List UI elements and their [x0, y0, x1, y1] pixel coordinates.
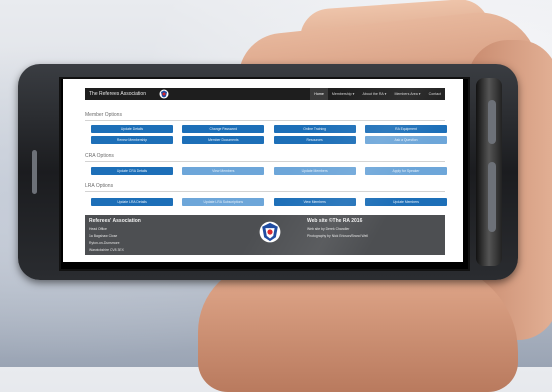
divider [85, 191, 445, 192]
site-navbar: The Referees Association Home Membership… [85, 88, 445, 100]
section-title-member: Member Options [85, 112, 122, 118]
footer-line: Warwickshire CV8 3EX [89, 248, 124, 252]
lra-options-row: Update LRA Details Update LRA Subscripti… [91, 198, 447, 206]
footer-credits: Web site ©The RA 2016 Web site by Derek … [307, 218, 368, 240]
footer-line: Ryton-on-Dunsmore [89, 241, 120, 245]
nav-home[interactable]: Home [310, 88, 328, 100]
member-documents-button[interactable]: Member Documents [182, 136, 265, 144]
member-options-row-1: Update Details Change Password Online Tr… [91, 125, 447, 133]
ask-question-button[interactable]: Ask a Question [364, 136, 447, 144]
phone-side-button [32, 150, 37, 194]
footer-line: Head Office [89, 227, 107, 231]
site-footer: Referees' Association Head Office 1a Bag… [85, 215, 445, 255]
update-cra-details-button[interactable]: Update CRA Details [91, 167, 173, 175]
ra-equipment-button[interactable]: RA Equipment [364, 125, 447, 133]
renew-membership-button[interactable]: Renew Membership [91, 136, 173, 144]
cra-view-members-button[interactable]: View Members [182, 167, 265, 175]
phone-screen: The Referees Association Home Membership… [63, 79, 463, 262]
phone-power-button [488, 162, 496, 232]
nav-about[interactable]: About the RA ▾ [358, 88, 390, 100]
ra-logo-icon[interactable] [159, 89, 169, 99]
site-brand[interactable]: The Referees Association [85, 91, 157, 97]
cra-options-row: Update CRA Details View Members Update M… [91, 167, 447, 175]
nav-membership[interactable]: Membership ▾ [328, 88, 359, 100]
ra-emblem-icon [259, 221, 281, 243]
cra-update-members-button[interactable]: Update Members [273, 167, 356, 175]
nav-members-area[interactable]: Members Area ▾ [390, 88, 424, 100]
footer-credit-line: Web site by Derek Chandler [307, 227, 350, 231]
nav-contact[interactable]: Contact [425, 88, 445, 100]
apply-speaker-button[interactable]: Apply for Speaker [364, 167, 447, 175]
divider [85, 120, 445, 121]
lra-update-members-button[interactable]: Update Members [364, 198, 447, 206]
hand-thumb-bottom [198, 262, 518, 392]
section-title-lra: LRA Options [85, 183, 114, 189]
update-lra-details-button[interactable]: Update LRA Details [91, 198, 173, 206]
footer-credit-line: Photography by Nick Ericson/Brand Well [307, 234, 368, 238]
change-password-button[interactable]: Change Password [182, 125, 265, 133]
section-title-cra: CRA Options [85, 153, 114, 159]
footer-address: Referees' Association Head Office 1a Bag… [89, 218, 141, 254]
phone-volume-button [488, 100, 496, 144]
update-details-button[interactable]: Update Details [91, 125, 173, 133]
online-training-button[interactable]: Online Training [273, 125, 356, 133]
footer-copyright: Web site ©The RA 2016 [307, 218, 363, 224]
footer-org-name: Referees' Association [89, 218, 141, 224]
resources-button[interactable]: Resources [273, 136, 356, 144]
member-options-row-2: Renew Membership Member Documents Resour… [91, 136, 447, 144]
lra-view-members-button[interactable]: View Members [273, 198, 356, 206]
divider [85, 161, 445, 162]
footer-line: 1a Bagshaw Close [89, 234, 118, 238]
update-lra-subscriptions-button[interactable]: Update LRA Subscriptions [182, 198, 265, 206]
